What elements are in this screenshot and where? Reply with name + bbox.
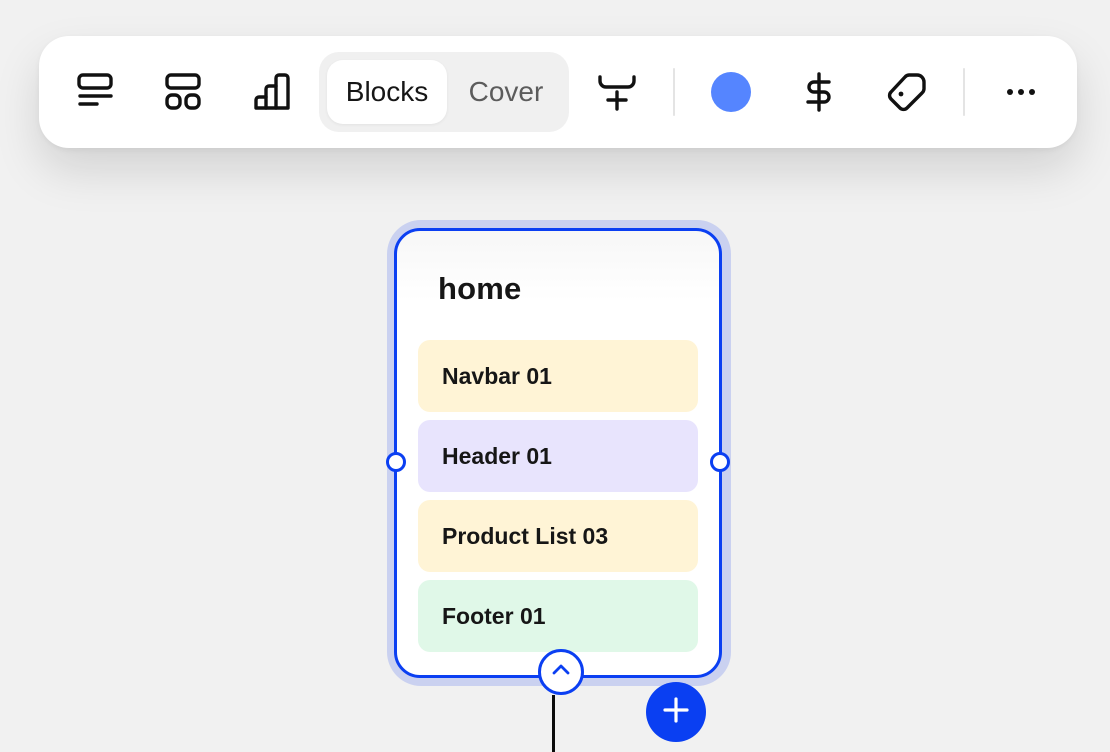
more-options-button[interactable] bbox=[993, 64, 1049, 120]
tab-blocks[interactable]: Blocks bbox=[327, 60, 447, 124]
collapse-button[interactable] bbox=[538, 649, 584, 695]
view-toggle: Blocks Cover bbox=[319, 52, 569, 132]
toolbar: Blocks Cover bbox=[39, 36, 1077, 148]
block-footer[interactable]: Footer 01 bbox=[418, 580, 698, 652]
plus-icon bbox=[662, 696, 690, 729]
layout-blocks-icon bbox=[163, 72, 203, 112]
toolbar-divider bbox=[963, 68, 965, 116]
align-left-icon bbox=[75, 72, 115, 112]
connector-line bbox=[552, 695, 555, 752]
chevron-up-icon bbox=[550, 659, 572, 686]
block-navbar[interactable]: Navbar 01 bbox=[418, 340, 698, 412]
insert-block-button[interactable] bbox=[589, 64, 645, 120]
dollar-icon bbox=[799, 72, 839, 112]
bar-chart-icon bbox=[251, 72, 291, 112]
insert-block-icon bbox=[597, 72, 637, 112]
align-left-button[interactable] bbox=[67, 64, 123, 120]
tag-icon bbox=[887, 72, 927, 112]
tab-cover[interactable]: Cover bbox=[447, 60, 565, 124]
color-swatch-button[interactable] bbox=[711, 72, 751, 112]
right-resize-handle[interactable] bbox=[710, 452, 730, 472]
left-resize-handle[interactable] bbox=[386, 452, 406, 472]
pricing-button[interactable] bbox=[791, 64, 847, 120]
add-page-button[interactable] bbox=[646, 682, 706, 742]
chart-button[interactable] bbox=[243, 64, 299, 120]
page-card[interactable]: home Navbar 01 Header 01 Product List 03… bbox=[394, 228, 722, 678]
toolbar-divider bbox=[673, 68, 675, 116]
page-title: home bbox=[438, 271, 522, 306]
tag-button[interactable] bbox=[879, 64, 935, 120]
block-product-list[interactable]: Product List 03 bbox=[418, 500, 698, 572]
more-horizontal-icon bbox=[1001, 72, 1041, 112]
layout-blocks-button[interactable] bbox=[155, 64, 211, 120]
block-header[interactable]: Header 01 bbox=[418, 420, 698, 492]
